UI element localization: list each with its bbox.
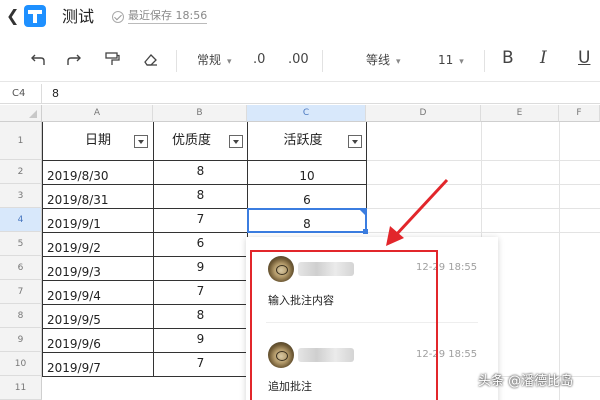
annotation-arrow-icon — [386, 178, 449, 246]
spreadsheet-app: ❮ 测试 最近保存 18:56 常规 .0 .00 等线 11 B I — [0, 0, 600, 400]
watermark-text: 头条 @潘德比岛 — [478, 374, 574, 389]
